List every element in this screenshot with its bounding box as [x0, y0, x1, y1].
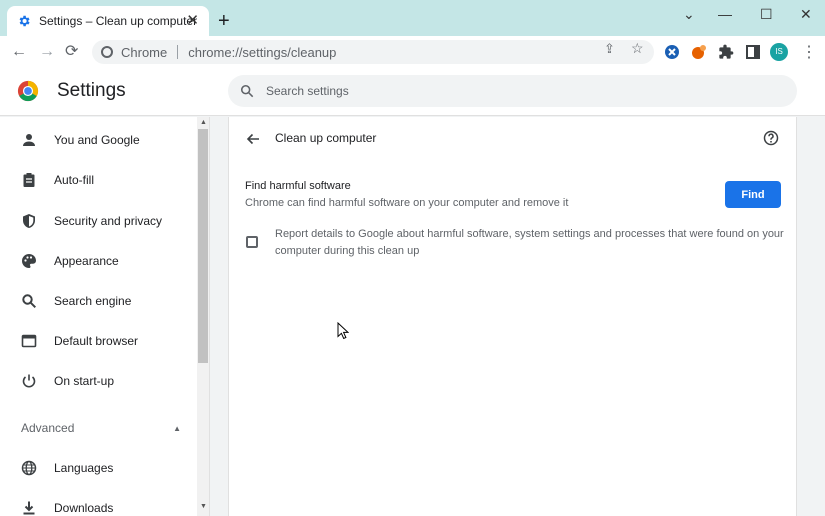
browser-icon: [21, 334, 37, 348]
site-info-icon[interactable]: [101, 46, 113, 58]
url-text[interactable]: chrome://settings/cleanup: [188, 45, 336, 60]
forward-button[interactable]: →: [39, 42, 55, 62]
find-button[interactable]: Find: [725, 181, 781, 208]
side-panel-icon[interactable]: [745, 44, 761, 60]
tab-search-button[interactable]: ⌄: [683, 6, 695, 23]
sidebar: You and Google Auto-fill Security and pr…: [0, 117, 210, 516]
subpage-title: Clean up computer: [275, 131, 377, 145]
settings-header: Settings: [0, 68, 825, 116]
cleanup-card: Clean up computer Find harmful software …: [228, 117, 797, 516]
new-tab-button[interactable]: +: [218, 11, 230, 31]
sidebar-item-security-and-privacy[interactable]: Security and privacy: [0, 203, 196, 239]
bookmark-star-icon[interactable]: ☆: [631, 40, 644, 57]
find-harmful-software-title: Find harmful software: [245, 180, 351, 192]
power-icon: [22, 374, 36, 388]
search-icon: [240, 84, 254, 98]
extension-blue-icon[interactable]: [664, 44, 680, 60]
reload-button[interactable]: ⟳: [65, 42, 78, 62]
gear-icon: [19, 15, 30, 27]
sidebar-item-label: Downloads: [54, 501, 114, 515]
sidebar-item-search-engine[interactable]: Search engine: [0, 283, 196, 319]
scroll-down-arrow-icon[interactable]: ▼: [200, 503, 207, 510]
shield-icon: [23, 214, 35, 228]
scroll-up-arrow-icon[interactable]: ▲: [200, 119, 207, 126]
extension-orange-icon[interactable]: [691, 44, 707, 60]
title-bar: Settings – Clean up computer ✕ + ⌄ — ☐ ✕: [0, 0, 825, 36]
caret-up-icon: ▲: [173, 423, 181, 433]
sidebar-item-you-and-google[interactable]: You and Google: [0, 122, 196, 158]
clipboard-icon: [23, 173, 35, 187]
report-details-checkbox[interactable]: [246, 236, 258, 248]
share-icon[interactable]: ⇪: [604, 41, 615, 57]
download-icon: [23, 501, 35, 515]
chrome-logo-icon: [17, 80, 39, 102]
mouse-cursor-icon: [337, 322, 349, 340]
sidebar-item-label: Default browser: [54, 334, 139, 348]
sidebar-item-label: Auto-fill: [54, 173, 95, 187]
puzzle-icon[interactable]: [718, 44, 734, 60]
palette-icon: [22, 254, 36, 268]
sidebar-item-languages[interactable]: Languages: [0, 450, 196, 486]
search-icon: [22, 294, 37, 309]
search-box[interactable]: [228, 75, 797, 107]
maximize-button[interactable]: ☐: [760, 6, 773, 23]
find-harmful-software-description: Chrome can find harmful software on your…: [245, 197, 569, 209]
sidebar-scrollbar-thumb[interactable]: [198, 129, 208, 363]
report-details-label: Report details to Google about harmful s…: [275, 228, 784, 257]
more-menu-icon[interactable]: ⋮: [801, 42, 817, 62]
browser-toolbar: ← → ⟳ Chrome chrome://settings/cleanup ⇪…: [0, 36, 825, 68]
back-button[interactable]: ←: [11, 42, 27, 62]
sidebar-item-label: Appearance: [54, 254, 119, 268]
sidebar-item-label: Security and privacy: [54, 214, 163, 228]
sidebar-item-default-browser[interactable]: Default browser: [0, 323, 196, 359]
tab-settings[interactable]: Settings – Clean up computer ✕: [7, 6, 209, 36]
minimize-button[interactable]: —: [718, 6, 732, 22]
avatar[interactable]: IS: [770, 43, 788, 61]
globe-icon: [21, 460, 37, 476]
sidebar-item-label: On start-up: [54, 374, 115, 388]
sidebar-item-appearance[interactable]: Appearance: [0, 243, 196, 279]
page-title: Settings: [57, 80, 126, 101]
omnibox-chrome-label: Chrome: [121, 44, 168, 60]
tab-close-button[interactable]: ✕: [186, 13, 199, 29]
search-input[interactable]: [266, 84, 766, 98]
person-icon: [23, 134, 35, 146]
sidebar-item-on-start-up[interactable]: On start-up: [0, 363, 196, 399]
advanced-label: Advanced: [21, 421, 75, 435]
sidebar-item-label: Search engine: [54, 294, 132, 308]
sidebar-item-label: You and Google: [54, 133, 140, 147]
advanced-toggle[interactable]: Advanced ▲: [21, 418, 181, 438]
close-window-button[interactable]: ✕: [800, 6, 812, 23]
help-icon[interactable]: [763, 130, 779, 146]
sidebar-item-label: Languages: [54, 461, 114, 475]
sidebar-item-auto-fill[interactable]: Auto-fill: [0, 162, 196, 198]
sidebar-item-downloads[interactable]: Downloads: [0, 490, 196, 516]
omnibox-divider: [177, 45, 179, 59]
address-bar[interactable]: Chrome chrome://settings/cleanup: [92, 40, 654, 64]
tab-title: Settings – Clean up computer: [39, 14, 198, 28]
back-arrow-icon[interactable]: [245, 131, 261, 147]
